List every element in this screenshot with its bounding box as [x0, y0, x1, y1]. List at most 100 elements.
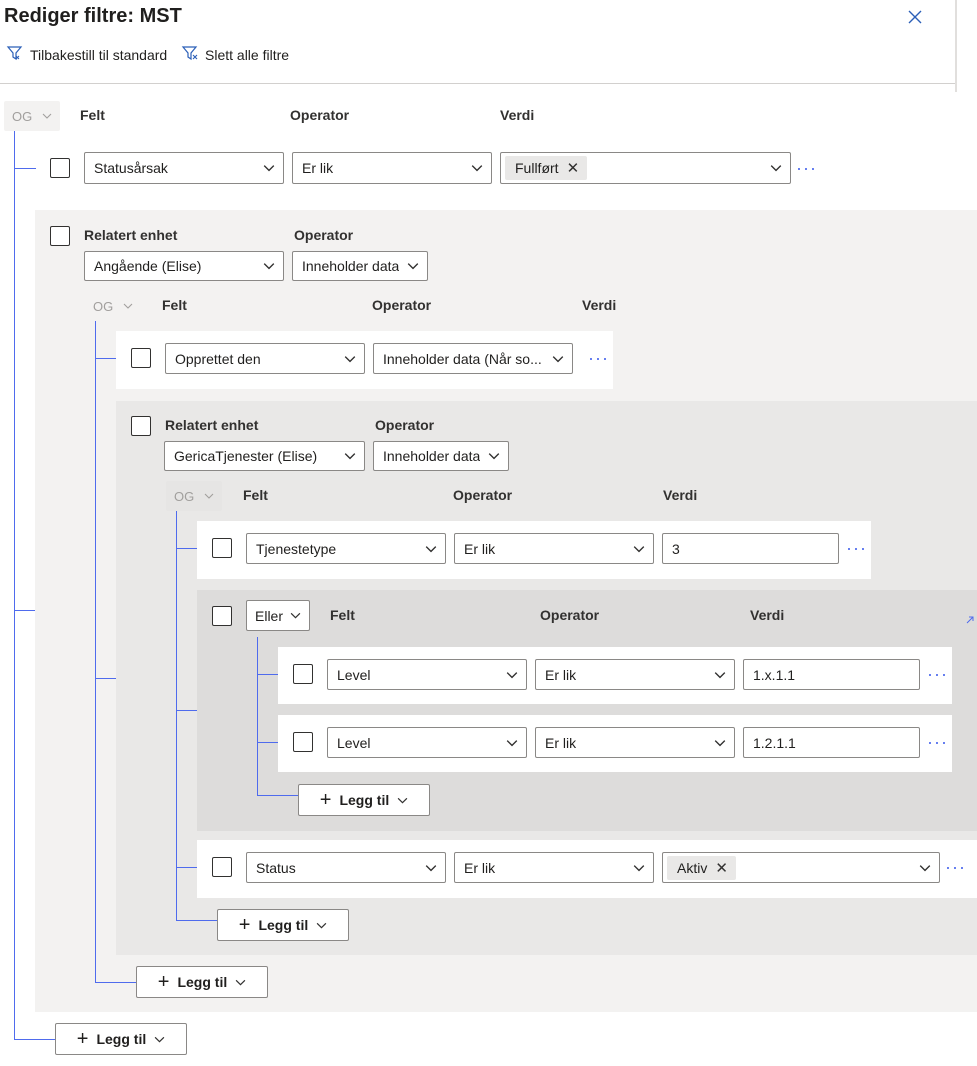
group-checkbox[interactable]: [50, 226, 70, 246]
row-checkbox[interactable]: [212, 857, 232, 877]
field-dropdown[interactable]: Level: [327, 727, 527, 758]
row-checkbox[interactable]: [50, 158, 70, 178]
reset-label: Tilbakestill til standard: [30, 46, 168, 63]
operator-dropdown[interactable]: Er lik: [454, 533, 654, 564]
field-value: Level: [337, 734, 371, 751]
operator-dropdown[interactable]: Inneholder data (Når so...: [373, 343, 573, 374]
column-header-operator: Operator: [290, 107, 350, 123]
chevron-down-icon: [633, 545, 645, 552]
field-dropdown[interactable]: Status: [246, 852, 446, 883]
more-options-icon[interactable]: ···: [927, 733, 948, 751]
related-operator-value: Inneholder data: [302, 258, 400, 274]
field-dropdown[interactable]: Tjenestetype: [246, 533, 446, 564]
column-header-operator: Operator: [372, 297, 432, 313]
field-value: Statusårsak: [94, 160, 168, 176]
row-checkbox[interactable]: [293, 664, 313, 684]
row-checkbox[interactable]: [212, 538, 232, 558]
logic-operator-select[interactable]: OG: [4, 101, 60, 131]
close-icon[interactable]: [905, 7, 925, 27]
tree-branch: [95, 358, 116, 359]
operator-dropdown[interactable]: Er lik: [535, 727, 735, 758]
add-filter-button[interactable]: + Legg til: [298, 784, 430, 816]
tree-branch: [257, 795, 298, 796]
delete-all-filters-button[interactable]: Slett alle filtre: [181, 44, 289, 65]
value-input[interactable]: 1.2.1.1: [743, 727, 920, 758]
logic-operator-select[interactable]: Eller: [246, 600, 310, 631]
more-options-icon[interactable]: ···: [796, 159, 817, 177]
add-filter-button[interactable]: + Legg til: [136, 966, 268, 998]
more-options-icon[interactable]: ···: [945, 858, 966, 876]
row-checkbox[interactable]: [131, 348, 151, 368]
chevron-down-icon: [919, 864, 931, 871]
chevron-down-icon: [42, 113, 52, 119]
tag-label: Fullført: [515, 160, 559, 176]
chevron-down-icon: [397, 797, 408, 804]
field-dropdown[interactable]: Level: [327, 659, 527, 690]
operator-dropdown[interactable]: Er lik: [535, 659, 735, 690]
related-entity-dropdown[interactable]: GericaTjenester (Elise): [164, 441, 365, 471]
plus-icon: +: [238, 914, 251, 936]
related-operator-dropdown[interactable]: Inneholder data: [373, 441, 509, 471]
related-entity-dropdown[interactable]: Angående (Elise): [84, 251, 284, 281]
chevron-down-icon: [425, 864, 437, 871]
field-value: Tjenestetype: [256, 540, 337, 557]
logic-operator-select[interactable]: OG: [85, 291, 141, 321]
tree-line: [14, 131, 15, 1039]
tree-branch: [176, 920, 217, 921]
group-checkbox[interactable]: [131, 416, 151, 436]
logic-operator-label: OG: [174, 488, 195, 504]
add-label: Legg til: [96, 1031, 147, 1047]
chevron-down-icon: [407, 263, 419, 270]
operator-dropdown[interactable]: Er lik: [454, 852, 654, 883]
add-filter-button[interactable]: + Legg til: [217, 909, 349, 941]
related-entity-label: Relatert enhet: [84, 227, 178, 243]
column-header-operator: Operator: [540, 607, 600, 623]
value-multiselect[interactable]: Fullført ✕: [500, 152, 791, 184]
expand-arrow-icon[interactable]: [965, 612, 975, 624]
remove-tag-icon[interactable]: ✕: [567, 159, 580, 177]
remove-tag-icon[interactable]: ✕: [715, 859, 728, 877]
page-title: Rediger filtre: MST: [4, 5, 182, 27]
reset-to-default-button[interactable]: Tilbakestill til standard: [6, 44, 167, 65]
column-header-field: Felt: [243, 487, 268, 503]
field-value: Level: [337, 666, 371, 683]
chevron-down-icon: [154, 1036, 165, 1043]
chevron-down-icon: [714, 671, 726, 678]
related-operator-dropdown[interactable]: Inneholder data: [292, 251, 428, 281]
column-header-field: Felt: [162, 297, 187, 313]
operator-dropdown[interactable]: Er lik: [292, 152, 492, 184]
related-operator-value: Inneholder data: [383, 448, 481, 464]
related-operator-label: Operator: [294, 227, 354, 243]
tag-label: Aktiv: [677, 859, 708, 876]
chevron-down-icon: [488, 453, 500, 460]
tree-line: [257, 637, 258, 795]
chevron-down-icon: [235, 979, 246, 986]
add-filter-button[interactable]: + Legg til: [55, 1023, 187, 1055]
more-options-icon[interactable]: ···: [927, 665, 948, 683]
more-options-icon[interactable]: ···: [846, 539, 867, 557]
logic-operator-select[interactable]: OG: [166, 481, 222, 511]
value-input[interactable]: 3: [662, 533, 839, 564]
field-dropdown[interactable]: Opprettet den: [165, 343, 365, 374]
value-input[interactable]: 1.x.1.1: [743, 659, 920, 690]
related-entity-value: GericaTjenester (Elise): [174, 448, 318, 464]
tree-branch: [176, 710, 197, 711]
add-label: Legg til: [258, 917, 309, 933]
operator-value: Er lik: [464, 859, 496, 876]
group-checkbox[interactable]: [212, 606, 232, 626]
operator-value: Er lik: [545, 666, 577, 683]
field-dropdown[interactable]: Statusårsak: [84, 152, 284, 184]
field-value: Status: [256, 859, 296, 876]
tree-line: [95, 320, 96, 982]
chevron-down-icon: [204, 493, 214, 499]
scrollbar[interactable]: [955, 0, 957, 92]
more-options-icon[interactable]: ···: [588, 349, 609, 367]
value-multiselect[interactable]: Aktiv ✕: [662, 852, 940, 883]
tree-branch: [257, 742, 278, 743]
related-operator-label: Operator: [375, 417, 435, 433]
tree-branch: [14, 168, 36, 169]
field-value: Opprettet den: [175, 350, 261, 367]
add-label: Legg til: [177, 974, 228, 990]
column-header-value: Verdi: [582, 297, 617, 313]
row-checkbox[interactable]: [293, 732, 313, 752]
